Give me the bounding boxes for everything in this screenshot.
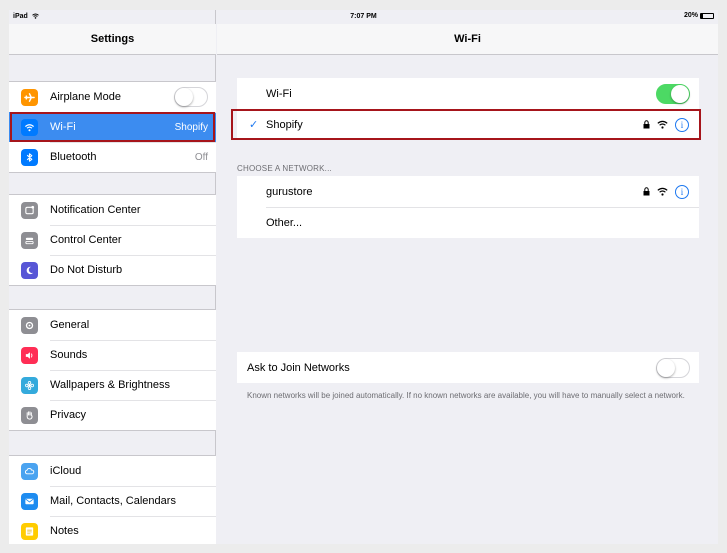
settings-item-label: Control Center <box>50 234 122 246</box>
detail-nav-title: Wi-Fi <box>217 24 718 55</box>
settings-master-pane: Settings Airplane Mode Wi-Fi Shopify Blu… <box>9 10 216 544</box>
wifi-signal-icon <box>657 120 668 129</box>
settings-item-label: Bluetooth <box>50 151 97 163</box>
wifi-toggle-row: Wi-Fi <box>237 78 699 109</box>
wifi-network-group: Wi-Fi ✓ Shopify i <box>231 78 701 140</box>
settings-item-bluetooth[interactable]: Bluetooth Off <box>9 142 216 172</box>
ask-to-join-toggle[interactable] <box>656 357 690 378</box>
settings-item-notes[interactable]: Notes <box>9 516 216 544</box>
wifi-icon <box>21 118 38 136</box>
wifi-row-label: Wi-Fi <box>266 87 292 100</box>
network-row-gurustore[interactable]: gurustore i <box>237 176 699 207</box>
settings-item-mail-contacts-calendars[interactable]: Mail, Contacts, Calendars <box>9 486 216 516</box>
settings-item-wifi[interactable]: Wi-Fi Shopify <box>9 112 216 142</box>
ask-to-join-row: Ask to Join Networks <box>237 352 699 383</box>
battery-percent: 20% <box>683 12 698 19</box>
settings-item-label: Notes <box>50 525 79 537</box>
settings-group-notifications: Notification Center Control Center Do No… <box>9 194 216 286</box>
available-networks-group: gurustore i Other... <box>237 176 699 238</box>
connected-network-indicators: i <box>643 117 689 132</box>
settings-item-control-center[interactable]: Control Center <box>9 225 216 255</box>
settings-item-label: Wallpapers & Brightness <box>50 379 171 391</box>
settings-group-general: General Sounds Wallpapers & Brightness P… <box>9 309 216 431</box>
lock-icon <box>643 120 650 129</box>
settings-item-label: Sounds <box>50 349 88 361</box>
toggle-knob <box>657 358 675 377</box>
info-icon[interactable]: i <box>675 184 689 199</box>
notes-icon <box>21 522 38 540</box>
ask-to-join-group: Ask to Join Networks <box>237 352 699 383</box>
settings-item-wallpapers-brightness[interactable]: Wallpapers & Brightness <box>9 370 216 400</box>
network-name: gurustore <box>266 185 313 198</box>
network-name: Other... <box>266 216 303 229</box>
airplane-icon <box>21 88 38 106</box>
toggle-knob <box>175 88 193 106</box>
wifi-detail-pane: Wi-Fi Wi-Fi ✓ Shopify i CHOOSE A NETWORK… <box>217 10 718 544</box>
airplane-mode-toggle[interactable] <box>174 87 208 107</box>
settings-item-label: Airplane Mode <box>50 91 121 103</box>
notification-center-icon <box>21 201 38 219</box>
settings-item-label: Privacy <box>50 409 87 421</box>
settings-group-connectivity: Airplane Mode Wi-Fi Shopify Bluetooth Of… <box>9 81 216 173</box>
ask-to-join-footnote: Known networks will be joined automatica… <box>247 391 685 400</box>
lock-icon <box>643 187 650 196</box>
battery-fill <box>701 13 704 18</box>
settings-item-notification-center[interactable]: Notification Center <box>9 195 216 225</box>
network-indicators: i <box>643 184 689 199</box>
gear-icon <box>21 316 38 334</box>
connected-network-name: Shopify <box>266 118 303 131</box>
wifi-toggle[interactable] <box>656 83 690 104</box>
settings-item-label: Notification Center <box>50 204 141 216</box>
hand-icon <box>21 406 38 424</box>
ask-to-join-label: Ask to Join Networks <box>247 361 350 374</box>
wifi-signal-icon <box>657 187 668 196</box>
settings-item-airplane-mode[interactable]: Airplane Mode <box>9 82 216 112</box>
network-row-other[interactable]: Other... <box>237 207 699 238</box>
settings-item-label: General <box>50 319 90 331</box>
settings-item-label: Mail, Contacts, Calendars <box>50 495 176 507</box>
bluetooth-value: Off <box>194 151 208 163</box>
status-battery-group: 20% <box>684 12 714 19</box>
speaker-icon <box>21 346 38 364</box>
wifi-network-value: Shopify <box>174 121 208 133</box>
info-icon[interactable]: i <box>675 117 689 132</box>
bluetooth-icon <box>21 148 38 166</box>
settings-item-icloud[interactable]: iCloud <box>9 456 216 486</box>
cloud-icon <box>21 462 38 480</box>
mail-icon <box>21 492 38 510</box>
settings-item-label: Do Not Disturb <box>50 264 123 276</box>
ipad-screen: Settings Airplane Mode Wi-Fi Shopify Blu… <box>9 10 718 544</box>
settings-item-general[interactable]: General <box>9 310 216 340</box>
toggle-knob <box>671 84 689 103</box>
settings-item-label: iCloud <box>50 465 82 477</box>
status-time: 7:07 PM <box>350 13 377 20</box>
flower-icon <box>21 376 38 394</box>
connected-network-row[interactable]: ✓ Shopify i <box>231 109 701 140</box>
master-nav-title: Settings <box>9 24 216 55</box>
control-center-icon <box>21 231 38 249</box>
settings-group-accounts: iCloud Mail, Contacts, Calendars Notes <box>9 455 216 544</box>
settings-item-sounds[interactable]: Sounds <box>9 340 216 370</box>
status-bar: iPad 7:07 PM 20% <box>9 10 718 24</box>
settings-item-label: Wi-Fi <box>50 121 76 133</box>
settings-item-do-not-disturb[interactable]: Do Not Disturb <box>9 255 216 285</box>
moon-icon <box>21 261 38 279</box>
choose-network-header: CHOOSE A NETWORK... <box>237 164 332 173</box>
settings-item-privacy[interactable]: Privacy <box>9 400 216 430</box>
battery-icon <box>700 12 714 19</box>
checkmark-icon: ✓ <box>249 119 259 131</box>
